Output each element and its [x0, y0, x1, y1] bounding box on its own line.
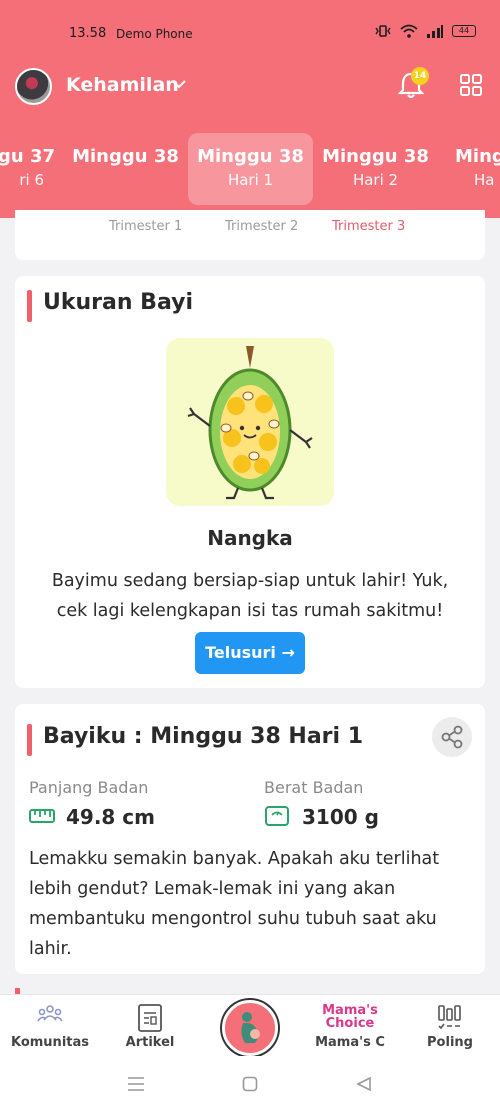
- trimester-label-active[interactable]: Trimester 3: [332, 219, 405, 234]
- vibrate-icon: [375, 25, 391, 37]
- status-bar: 13.58 Demo Phone 44: [0, 22, 500, 46]
- week-tab-day: ri 6: [19, 171, 44, 189]
- week-tab[interactable]: gu 37 ri 6: [0, 133, 63, 205]
- telusuri-button[interactable]: Telusuri →: [195, 632, 305, 674]
- nav-label: Komunitas: [10, 1035, 89, 1050]
- article-icon: [138, 1004, 162, 1032]
- share-icon: [441, 725, 463, 749]
- status-device-name: Demo Phone: [116, 27, 193, 41]
- trimester-label[interactable]: Trimester 2: [225, 219, 298, 234]
- pregnant-mother-icon: [241, 1012, 260, 1043]
- section-title: Ukuran Bayi: [27, 290, 193, 322]
- poll-icon: [438, 1005, 461, 1030]
- section-title: Bayiku : Minggu 38 Hari 1: [27, 724, 363, 756]
- weight-label: Berat Badan: [264, 778, 364, 797]
- baby-description: Lemakku semakin banyak. Apakah aku terli…: [29, 849, 440, 959]
- chevron-down-icon[interactable]: [171, 76, 187, 92]
- status-time: 13.58: [69, 26, 107, 41]
- nav-label: Mama's C: [315, 1035, 385, 1050]
- system-navigation-bar: [0, 1056, 500, 1111]
- baby-info-card: Bayiku : Minggu 38 Hari 1 Panjang Badan …: [15, 704, 485, 974]
- baby-size-card: Ukuran Bayi Nangka Bayimu sedang bersiap…: [15, 276, 485, 688]
- jackfruit-icon: [187, 346, 313, 500]
- top-bar: Kehamilan 14: [0, 67, 500, 108]
- mamas-choice-logo: Mama's Choice: [322, 1003, 378, 1031]
- nav-label: Artikel: [125, 1035, 175, 1050]
- week-tab[interactable]: Minggu 38: [63, 133, 188, 205]
- avatar[interactable]: [15, 68, 52, 105]
- jackfruit-illustration: [166, 338, 334, 506]
- week-selector: gu 37 ri 6 Minggu 38 Minggu 38 Hari 1 Mi…: [0, 133, 500, 205]
- back-icon[interactable]: [356, 1076, 372, 1092]
- length-value: 49.8 cm: [66, 805, 156, 829]
- week-tab-week: Minggu 38: [197, 146, 304, 167]
- trimester-label[interactable]: Trimester 1: [109, 219, 182, 234]
- trimester-card: [15, 210, 485, 260]
- ruler-icon: [29, 809, 55, 823]
- fruit-name: Nangka: [207, 526, 293, 550]
- week-tab[interactable]: Ming Ha: [455, 133, 500, 205]
- week-tab[interactable]: Minggu 38 Hari 2: [313, 133, 438, 205]
- notification-badge: 14: [411, 67, 429, 85]
- week-tab-week: Minggu 38: [72, 146, 179, 167]
- community-icon: [37, 1005, 63, 1022]
- app-header: 13.58 Demo Phone 44 Kehamilan 14 gu 37 r…: [0, 0, 500, 218]
- week-tab-day: Ha: [474, 171, 495, 189]
- status-icons: 44: [374, 24, 476, 38]
- page-title[interactable]: Kehamilan: [66, 74, 179, 96]
- nav-label: Poling: [427, 1035, 473, 1050]
- week-tab-active[interactable]: Minggu 38 Hari 1: [188, 133, 313, 205]
- length-label: Panjang Badan: [29, 778, 149, 797]
- signal-icon: [427, 25, 443, 38]
- week-tab-week: Minggu 38: [322, 146, 429, 167]
- week-tab-day: Hari 2: [352, 171, 399, 189]
- week-tab-week: gu 37: [0, 146, 55, 167]
- battery-icon: 44: [452, 25, 476, 37]
- home-icon[interactable]: [242, 1076, 258, 1092]
- pregnancy-center-button[interactable]: [222, 1000, 278, 1056]
- share-button[interactable]: [432, 717, 472, 757]
- wifi-icon: [400, 24, 418, 38]
- scale-icon: [265, 806, 289, 826]
- grid-menu-icon[interactable]: [459, 73, 483, 97]
- week-tab-week: Ming: [455, 146, 500, 167]
- menu-icon[interactable]: [127, 1076, 145, 1092]
- weight-value: 3100 g: [302, 805, 379, 829]
- week-tab-day: Hari 1: [227, 171, 274, 189]
- baby-size-description: Bayimu sedang bersiap-siap untuk lahir! …: [51, 571, 449, 621]
